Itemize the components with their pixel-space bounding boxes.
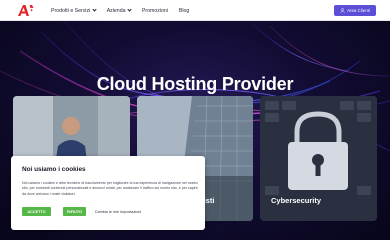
nav-label: Prodotti e Servizi [51, 7, 91, 14]
cookie-title: Noi usiamo i cookies [22, 166, 86, 173]
nav-label: Blog [178, 7, 190, 14]
hero-title: Cloud Hosting Provider [96, 74, 294, 94]
nav-label: Azienda [106, 7, 126, 14]
reject-cookies-button[interactable]: RIFIUTO [63, 207, 86, 216]
cookie-settings-link[interactable]: Cambia le mie impostazioni [89, 207, 147, 216]
area-clienti-button[interactable]: Area Clienti [334, 5, 376, 16]
nav-label: Promozioni [141, 7, 168, 14]
cookie-banner: Noi usiamo i cookies Noi usiamo i cookie… [11, 156, 205, 230]
nav-item-azienda[interactable]: Azienda [106, 7, 132, 14]
card-label: Cybersecurity [271, 196, 322, 205]
chevron-down-icon [127, 7, 132, 12]
cookie-text: Noi usiamo i cookies e altre tecniche di… [22, 181, 198, 196]
site-header: Prodotti e Servizi Azienda Promozioni Bl… [0, 0, 390, 21]
main-nav: Prodotti e Servizi Azienda Promozioni Bl… [51, 0, 200, 21]
nav-item-prodotti[interactable]: Prodotti e Servizi [51, 7, 97, 14]
cta-label: Area Clienti [347, 8, 370, 13]
chevron-down-icon [92, 7, 97, 12]
logo[interactable] [17, 4, 34, 17]
accept-cookies-button[interactable]: ACCETTO [22, 207, 51, 216]
nav-item-blog[interactable]: Blog [179, 8, 189, 14]
card-cybersecurity[interactable]: Cybersecurity [260, 96, 377, 221]
nav-item-promozioni[interactable]: Promozioni [142, 8, 168, 14]
user-icon [340, 8, 345, 13]
